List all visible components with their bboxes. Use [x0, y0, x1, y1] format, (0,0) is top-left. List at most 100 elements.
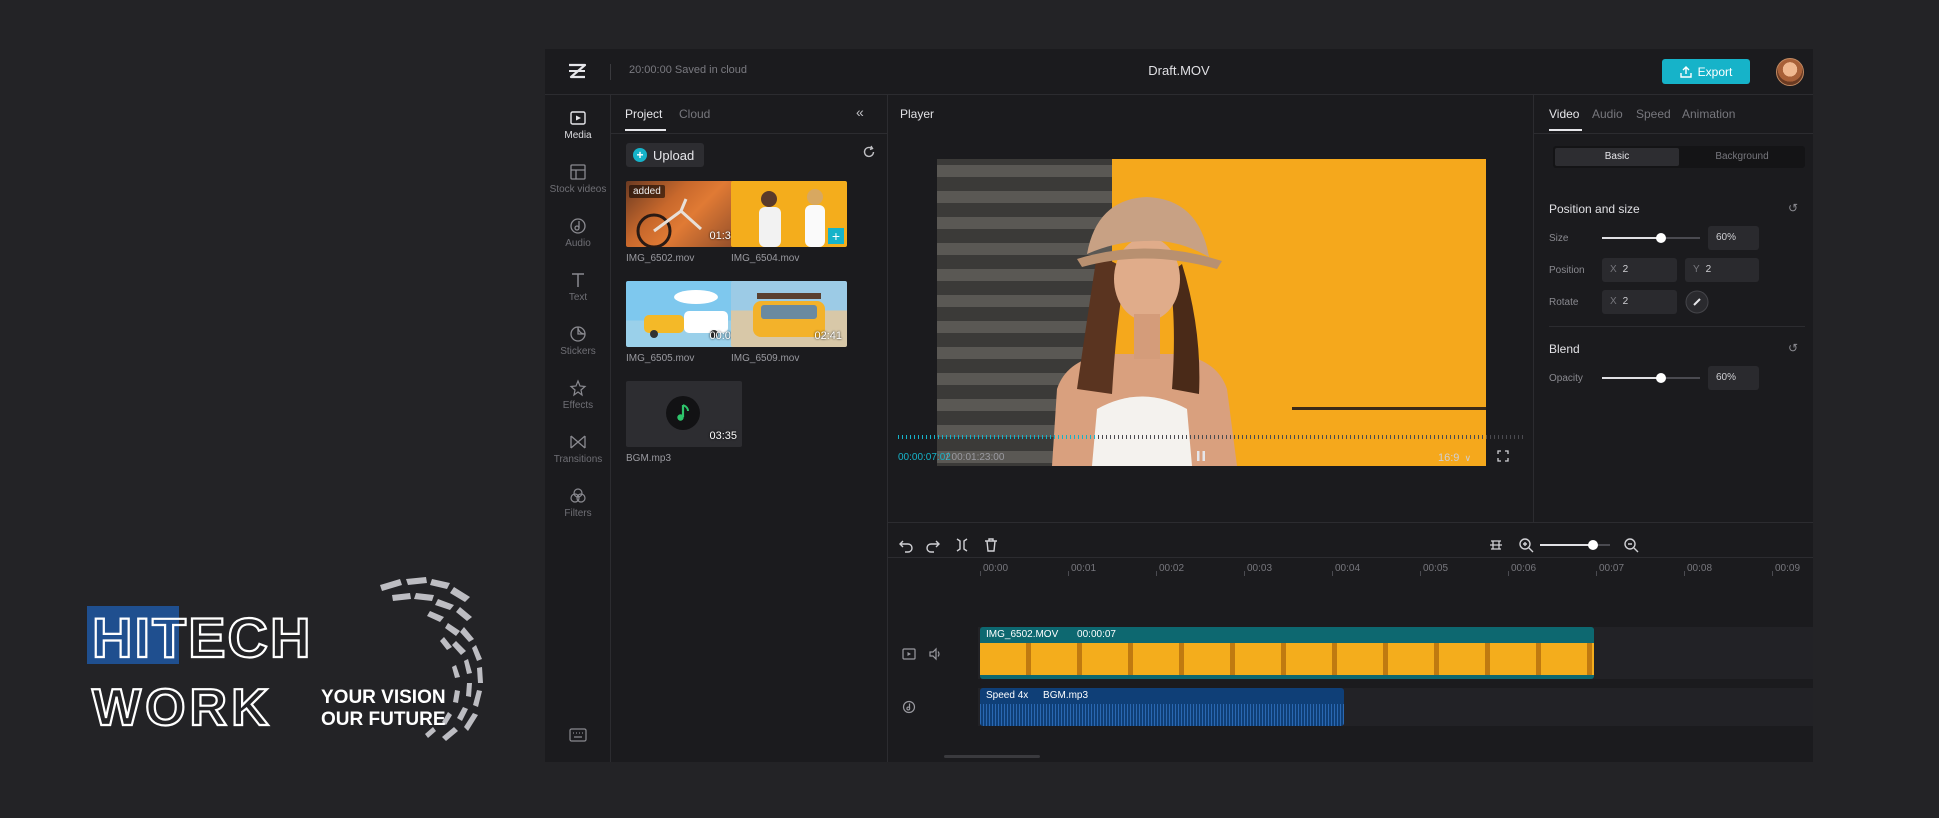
tab-animation[interactable]: Animation	[1682, 107, 1735, 121]
zoom-out-icon[interactable]	[1623, 537, 1639, 553]
rotate-dial-icon[interactable]	[1685, 290, 1709, 314]
tab-project[interactable]: Project	[625, 107, 662, 121]
properties-panel: Video Audio Speed Animation Basic Backgr…	[1534, 95, 1813, 522]
export-button[interactable]: Export	[1662, 59, 1750, 84]
media-icon	[570, 111, 586, 125]
undo-icon[interactable]	[898, 537, 914, 553]
ruler-tick-label: 00:06	[1511, 563, 1537, 574]
redo-icon[interactable]	[925, 537, 941, 553]
audio-clip[interactable]: Speed 4x BGM.mp3	[980, 688, 1344, 726]
media-clip-img-6504[interactable]: +	[731, 181, 847, 247]
current-time: 00:00:07:02	[898, 452, 951, 463]
rail-item-stock-videos[interactable]: Stock videos	[545, 163, 611, 195]
size-label: Size	[1549, 233, 1569, 244]
video-track-icon[interactable]	[902, 647, 916, 661]
segment-basic[interactable]: Basic	[1555, 148, 1679, 166]
media-clip-img-6502[interactable]: added 01:39	[626, 181, 742, 247]
upload-button[interactable]: + Upload	[626, 143, 704, 167]
rail-label: Stock videos	[549, 184, 607, 195]
rail-item-transitions[interactable]: Transitions	[545, 433, 611, 465]
aspect-ratio-select[interactable]: 16:9 ∨	[1438, 452, 1471, 464]
pause-icon[interactable]	[1194, 449, 1208, 463]
size-value-field[interactable]: 60%	[1708, 226, 1759, 250]
tab-video[interactable]: Video	[1549, 107, 1579, 121]
clip-name: IMG_6509.mov	[731, 353, 800, 364]
fullscreen-icon[interactable]	[1497, 450, 1509, 462]
rail-label: Stickers	[560, 346, 596, 357]
ruler-tick-label: 00:05	[1423, 563, 1449, 574]
media-panel: Project Cloud « + Upload added 01:39 IMG…	[611, 95, 888, 762]
ruler-tick	[1244, 571, 1245, 576]
rotate-value: 2	[1622, 296, 1629, 307]
ruler-tick-label: 00:03	[1247, 563, 1273, 574]
split-icon[interactable]	[954, 537, 970, 553]
left-rail: Media Stock videos Audio Text Stickers E…	[545, 95, 611, 762]
brand-logo: HITECH WORK YOUR VISION OUR FUTURE	[80, 575, 500, 745]
rail-item-media[interactable]: Media	[545, 109, 611, 141]
rotate-field[interactable]: X2	[1602, 290, 1677, 314]
rail-label: Audio	[565, 238, 591, 249]
video-preview[interactable]	[937, 159, 1486, 466]
music-note-icon	[677, 404, 689, 421]
zoom-slider-fill	[1540, 544, 1593, 546]
ruler-tick	[1156, 571, 1157, 576]
rail-item-text[interactable]: Text	[545, 271, 611, 303]
media-clip-bgm[interactable]: 03:35	[626, 381, 742, 447]
rail-label: Effects	[562, 400, 594, 411]
rail-item-stickers[interactable]: Stickers	[545, 325, 611, 357]
player-title: Player	[900, 107, 935, 121]
size-slider-knob[interactable]	[1656, 233, 1666, 243]
rail-item-filters[interactable]: Filters	[545, 487, 611, 519]
position-y-field[interactable]: Y2	[1685, 258, 1759, 282]
divider	[1534, 133, 1813, 134]
tab-audio[interactable]: Audio	[1592, 107, 1623, 121]
magnet-snap-icon[interactable]	[1488, 537, 1504, 553]
divider	[611, 133, 888, 134]
position-x-field[interactable]: X2	[1602, 258, 1677, 282]
zoom-in-icon[interactable]	[1518, 537, 1534, 553]
document-title[interactable]: Draft.MOV	[545, 63, 1813, 78]
audio-track-icon[interactable]	[902, 700, 916, 714]
rail-item-audio[interactable]: Audio	[545, 217, 611, 249]
stickers-icon	[570, 326, 586, 342]
ruler-tick	[1420, 571, 1421, 576]
opacity-value-field[interactable]: 60%	[1708, 366, 1759, 390]
blend-title: Blend	[1549, 342, 1580, 356]
zoom-slider-knob[interactable]	[1588, 540, 1598, 550]
export-label: Export	[1697, 64, 1733, 79]
opacity-slider-knob[interactable]	[1656, 373, 1666, 383]
ruler-tick-label: 00:07	[1599, 563, 1625, 574]
media-clip-img-6509[interactable]: 02:41	[731, 281, 847, 347]
tab-cloud[interactable]: Cloud	[679, 107, 710, 121]
hitech-work-logo: HITECH WORK YOUR VISION OUR FUTURE	[87, 577, 483, 741]
reset-blend-icon[interactable]: ↺	[1788, 341, 1798, 355]
keyboard-icon[interactable]	[569, 728, 587, 742]
video-clip-footer	[980, 675, 1594, 679]
active-tab-indicator	[1549, 129, 1582, 131]
collapse-panel-icon[interactable]: «	[856, 104, 864, 120]
ruler-tick	[1332, 571, 1333, 576]
ruler-tick	[1068, 571, 1069, 576]
rail-item-effects[interactable]: Effects	[545, 379, 611, 411]
plus-icon: +	[633, 148, 647, 162]
tab-speed[interactable]: Speed	[1636, 107, 1671, 121]
refresh-icon[interactable]	[862, 145, 876, 159]
video-clip[interactable]: IMG_6502.MOV 00:00:07	[980, 627, 1594, 679]
timeline-scrollbar[interactable]	[944, 755, 1040, 758]
timeline-ruler[interactable]: 00:00 00:01 00:02 00:03 00:04 00:05 00:06 00:07…	[888, 557, 1813, 577]
divider	[1549, 326, 1805, 327]
brand-tagline1: YOUR VISION	[321, 687, 446, 708]
add-to-timeline-icon[interactable]: +	[828, 228, 844, 244]
opacity-label: Opacity	[1549, 373, 1583, 384]
added-badge: added	[629, 185, 665, 198]
volume-icon[interactable]	[928, 647, 942, 661]
delete-icon[interactable]	[983, 537, 999, 553]
x-axis-label: X	[1610, 296, 1617, 307]
reset-position-icon[interactable]: ↺	[1788, 201, 1798, 215]
avatar[interactable]	[1776, 58, 1804, 86]
top-bar: 20:00:00 Saved in cloud Draft.MOV Export	[545, 49, 1813, 95]
media-clip-img-6505[interactable]: 00:06	[626, 281, 742, 347]
audio-clip-speed: Speed 4x	[986, 690, 1029, 701]
video-clip-name: IMG_6502.MOV	[986, 629, 1059, 640]
segment-background[interactable]: Background	[1681, 148, 1803, 166]
